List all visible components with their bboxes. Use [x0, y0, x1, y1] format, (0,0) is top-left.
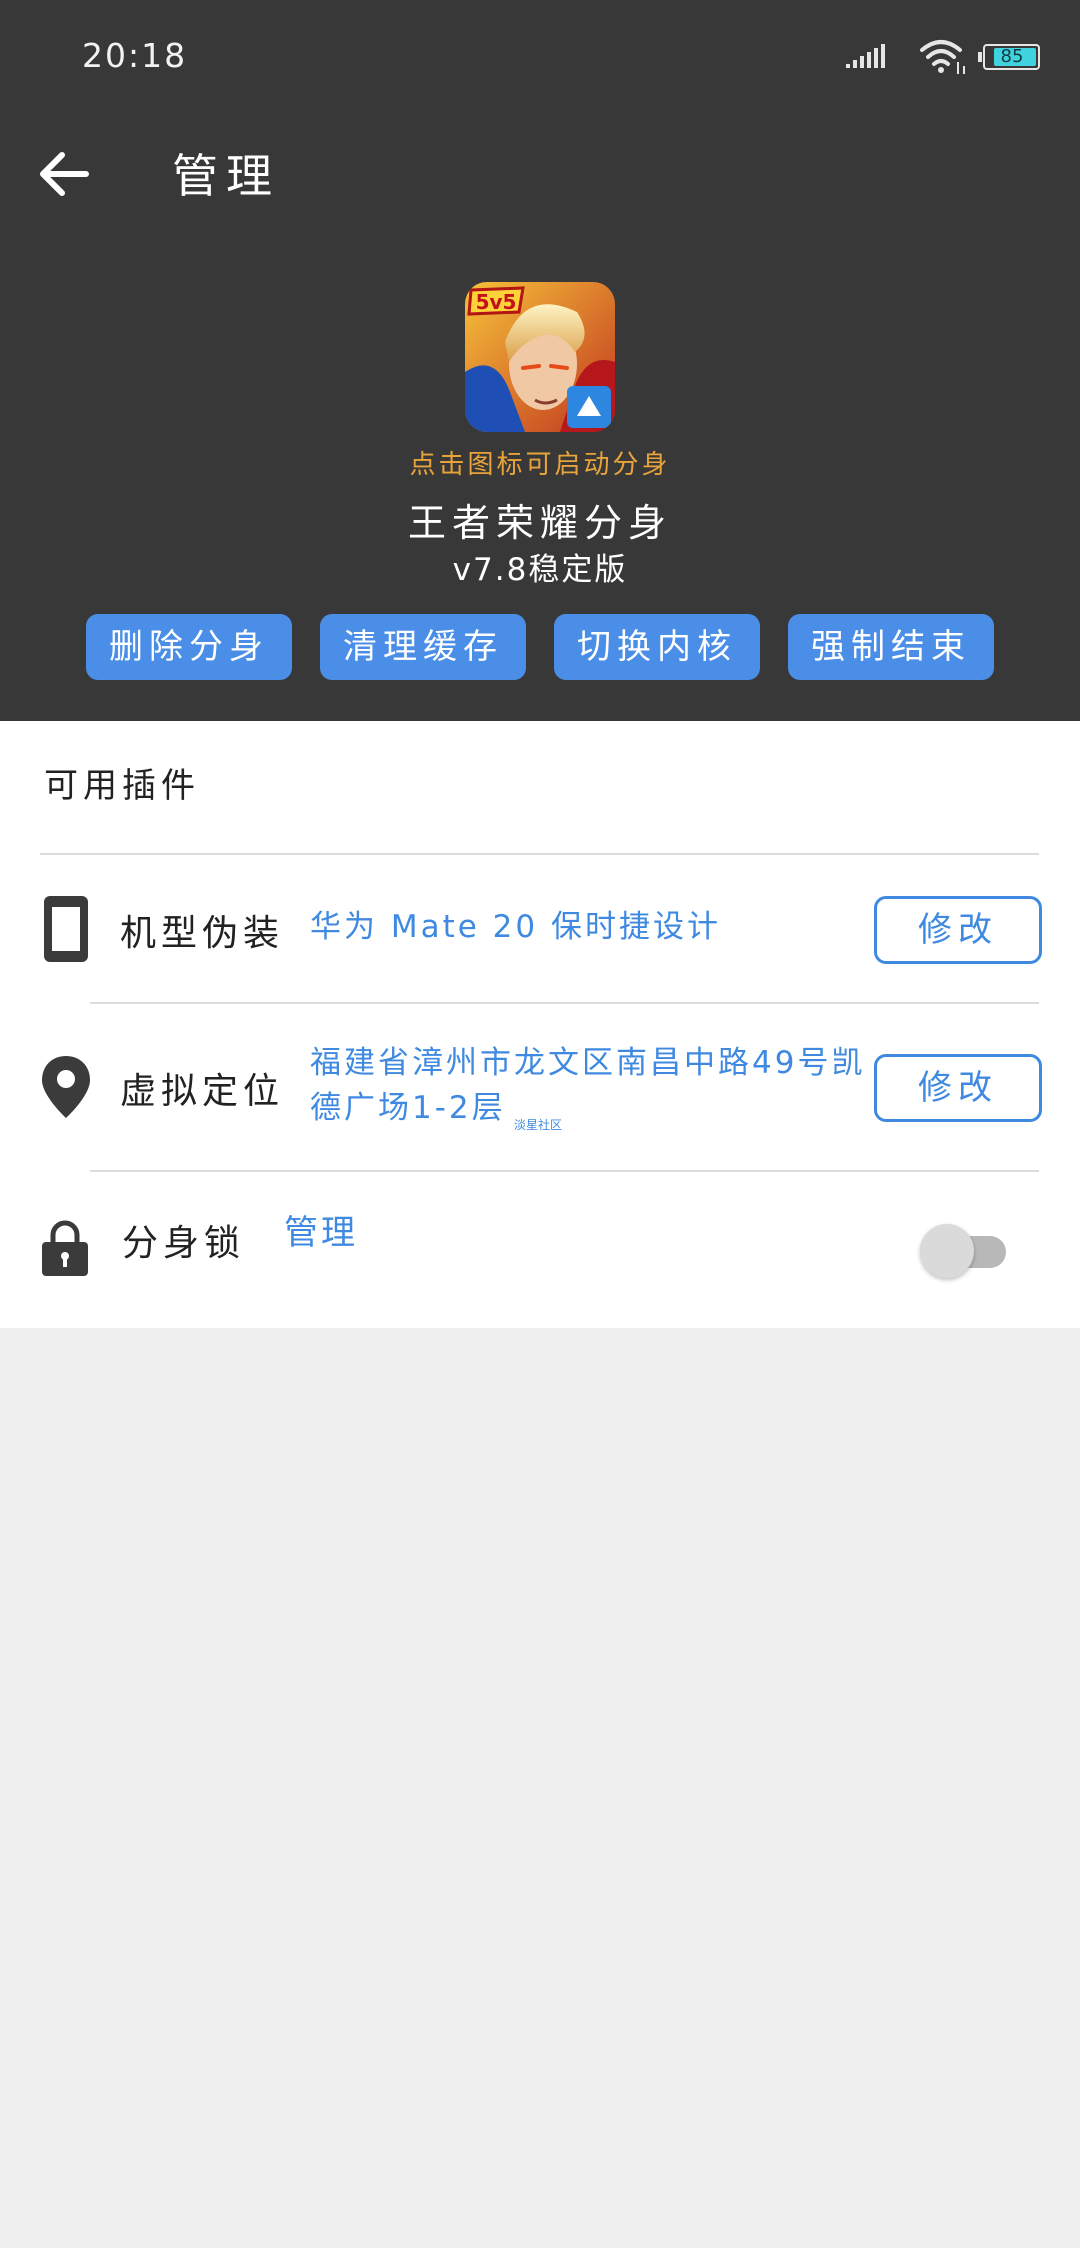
location-pin-icon: [42, 1056, 90, 1118]
page-title: 管理: [172, 149, 280, 203]
plugins-title: 可用插件: [44, 766, 200, 806]
divider: [90, 1170, 1039, 1172]
status-time: 20:18: [82, 36, 188, 75]
app-icon[interactable]: 5v5: [465, 282, 615, 432]
toggle-knob: [920, 1224, 974, 1278]
delete-clone-button[interactable]: 删除分身: [86, 614, 292, 680]
phone-icon: [44, 896, 88, 962]
battery-level: 85: [1000, 46, 1024, 67]
divider: [40, 853, 1039, 855]
location-address-line1: 福建省漳州市龙文区南昌中路49号凯: [310, 1045, 866, 1081]
clone-lock-label: 分身锁: [122, 1223, 246, 1264]
device-disguise-label: 机型伪装: [120, 913, 285, 954]
modify-device-button[interactable]: 修改: [874, 896, 1042, 964]
clone-lock-toggle[interactable]: [920, 1222, 1008, 1280]
launch-hint: 点击图标可启动分身: [409, 450, 671, 480]
divider: [90, 1002, 1039, 1004]
watermark: 淡星社区: [514, 1118, 563, 1132]
wifi-icon: [920, 40, 965, 74]
signal-icon: [846, 44, 885, 68]
virtual-location-label: 虚拟定位: [120, 1071, 285, 1112]
location-address-line2: 德广场1-2层: [310, 1090, 506, 1126]
clear-cache-button[interactable]: 清理缓存: [320, 614, 526, 680]
lock-icon: [42, 1220, 88, 1276]
app-version: v7.8稳定版: [452, 552, 628, 588]
svg-text:5v5: 5v5: [476, 290, 517, 314]
app-name: 王者荣耀分身: [407, 501, 672, 545]
status-bar: 20:18 85: [0, 0, 1080, 110]
back-arrow-icon[interactable]: [38, 148, 90, 200]
modify-location-button[interactable]: 修改: [874, 1054, 1042, 1122]
switch-kernel-button[interactable]: 切换内核: [554, 614, 760, 680]
device-model-value: 华为 Mate 20 保时捷设计: [310, 909, 721, 945]
force-stop-button[interactable]: 强制结束: [788, 614, 994, 680]
clone-lock-manage-link[interactable]: 管理: [284, 1210, 358, 1256]
